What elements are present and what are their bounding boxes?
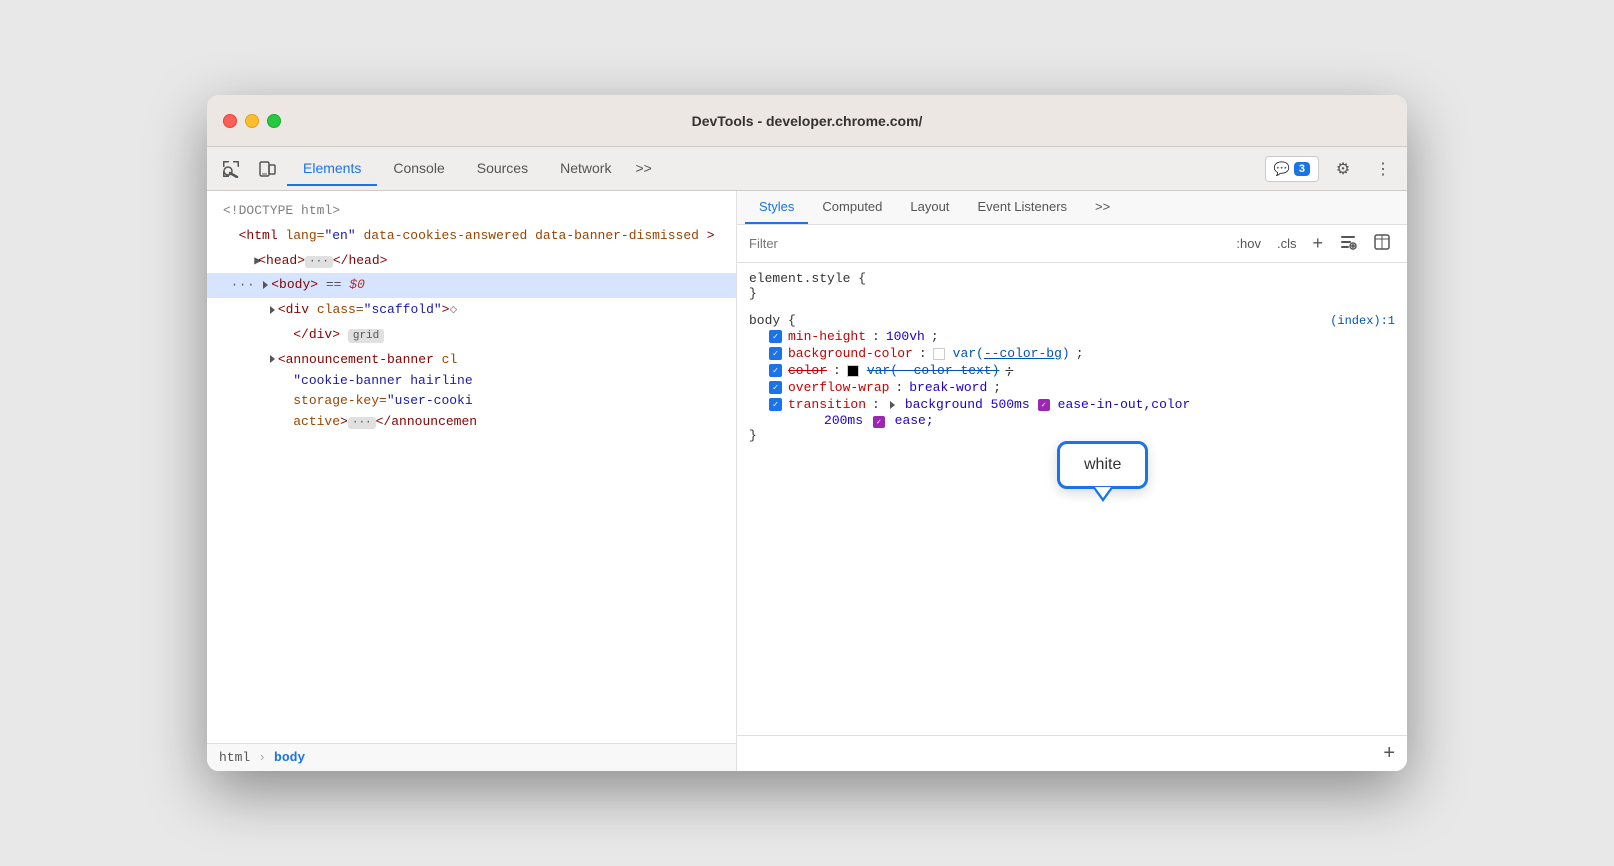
add-style-button[interactable]: + <box>1308 231 1327 256</box>
tab-layout[interactable]: Layout <box>896 191 963 224</box>
color-swatch[interactable] <box>847 365 859 377</box>
issues-icon: 💬 <box>1274 161 1290 177</box>
close-button[interactable] <box>223 114 237 128</box>
tooltip-text: white <box>1084 456 1121 473</box>
titlebar: DevTools - developer.chrome.com/ <box>207 95 1407 147</box>
top-toolbar: Elements Console Sources Network >> 💬 3 … <box>207 147 1407 191</box>
prop-colon-3: : <box>833 363 841 378</box>
main-tab-bar: Elements Console Sources Network >> <box>287 152 660 186</box>
div-scaffold-line[interactable]: <div class="scaffold">◇ <box>207 298 736 323</box>
cls-button[interactable]: .cls <box>1273 234 1301 253</box>
toolbar-right: 💬 3 ⚙ ⋮ <box>1265 153 1399 185</box>
element-picker-icon[interactable] <box>215 153 247 185</box>
prop-color-checkbox[interactable] <box>769 364 782 377</box>
prop-color: color : var(--color-text); <box>749 362 1395 379</box>
main-content: <!DOCTYPE html> <html lang="en" data-coo… <box>207 191 1407 771</box>
purple-check-2 <box>873 416 885 428</box>
device-toolbar-icon[interactable] <box>251 153 283 185</box>
element-style-block: element.style { } <box>749 271 1395 301</box>
settings-icon[interactable]: ⚙ <box>1327 153 1359 185</box>
filter-bar: :hov .cls + <box>737 225 1407 263</box>
body-selector-row: body { (index):1 <box>749 313 1395 328</box>
maximize-button[interactable] <box>267 114 281 128</box>
elements-panel: <!DOCTYPE html> <html lang="en" data-coo… <box>207 191 737 771</box>
hov-button[interactable]: :hov <box>1232 234 1265 253</box>
bg-color-swatch[interactable] <box>933 348 945 360</box>
element-style-selector: element.style { <box>749 271 1395 286</box>
body-source-link[interactable]: (index):1 <box>1330 314 1395 328</box>
div-end-line[interactable]: </div> grid <box>207 323 736 348</box>
prop-overflow-wrap-name: overflow-wrap <box>788 380 889 395</box>
body-line[interactable]: ··· <body> == $0 <box>207 273 736 298</box>
element-style-close: } <box>749 286 1395 301</box>
prop-bg-color-checkbox[interactable] <box>769 347 782 360</box>
new-style-rule-icon[interactable] <box>1335 231 1361 256</box>
more-tabs-button[interactable]: >> <box>627 152 659 186</box>
prop-min-height: min-height : 100vh; <box>749 328 1395 345</box>
body-selector: body { <box>749 313 796 328</box>
prop-colon-2: : <box>919 346 927 361</box>
add-style-rule-button[interactable]: + <box>1383 742 1395 765</box>
prop-overflow-wrap-checkbox[interactable] <box>769 381 782 394</box>
doctype-line: <!DOCTYPE html> <box>207 199 736 224</box>
menu-icon[interactable]: ⋮ <box>1367 153 1399 185</box>
styles-more-tabs[interactable]: >> <box>1081 191 1124 224</box>
prop-colon-1: : <box>872 329 880 344</box>
breadcrumb-sep: › <box>258 750 266 765</box>
filter-input[interactable] <box>749 236 1224 251</box>
minimize-button[interactable] <box>245 114 259 128</box>
prop-bg-color-name: background-color <box>788 346 913 361</box>
prop-min-height-checkbox[interactable] <box>769 330 782 343</box>
color-bg-link[interactable]: --color-bg <box>984 346 1062 361</box>
announcement-line[interactable]: <announcement-banner cl "cookie-banner h… <box>207 348 736 435</box>
prop-transition-checkbox[interactable] <box>769 398 782 411</box>
prop-min-height-value: 100vh <box>886 329 925 344</box>
styles-tabs: Styles Computed Layout Event Listeners >… <box>737 191 1407 225</box>
head-line[interactable]: ▶<head>···</head> <box>207 249 736 274</box>
tab-event-listeners[interactable]: Event Listeners <box>963 191 1081 224</box>
color-value-tooltip: white <box>1057 441 1148 489</box>
html-line[interactable]: <html lang="en" data-cookies-answered da… <box>207 224 736 249</box>
issues-badge[interactable]: 💬 3 <box>1265 156 1319 182</box>
tab-styles[interactable]: Styles <box>745 191 808 224</box>
window-title: DevTools - developer.chrome.com/ <box>692 113 923 129</box>
prop-background-color: background-color : var(--color-bg); <box>749 345 1395 362</box>
prop-transition-name: transition <box>788 397 866 412</box>
prop-transition: transition : background 500ms ease-in-ou… <box>749 396 1395 413</box>
breadcrumb-body[interactable]: body <box>274 750 305 765</box>
tab-computed[interactable]: Computed <box>808 191 896 224</box>
devtools-body: Elements Console Sources Network >> 💬 3 … <box>207 147 1407 771</box>
tab-elements[interactable]: Elements <box>287 152 377 186</box>
prop-transition-val4: ease; <box>895 413 934 428</box>
prop-colon-5: : <box>872 397 880 412</box>
tab-network[interactable]: Network <box>544 152 627 186</box>
computed-styles-icon[interactable] <box>1369 231 1395 256</box>
prop-overflow-wrap-value: break-word <box>909 380 987 395</box>
devtools-window: DevTools - developer.chrome.com/ <box>207 95 1407 771</box>
issues-count: 3 <box>1294 162 1310 176</box>
elements-content[interactable]: <!DOCTYPE html> <html lang="en" data-coo… <box>207 191 736 743</box>
prop-transition-val3: 200ms <box>824 413 863 428</box>
body-rule-block: body { (index):1 min-height : 100vh; <box>749 313 1395 443</box>
prop-transition-val1: background 500ms <box>905 397 1030 412</box>
purple-check-1 <box>1038 399 1050 411</box>
prop-min-height-name: min-height <box>788 329 866 344</box>
prop-colon-4: : <box>895 380 903 395</box>
styles-panel: Styles Computed Layout Event Listeners >… <box>737 191 1407 771</box>
prop-color-name: color <box>788 363 827 378</box>
prop-bg-color-value: var(--color-bg) <box>953 346 1070 361</box>
styles-bottom-bar: + <box>737 735 1407 771</box>
filter-actions: :hov .cls + <box>1232 231 1395 256</box>
transition-expand-icon[interactable] <box>890 401 895 409</box>
prop-transition-continuation: 200ms ease; <box>749 413 1395 428</box>
prop-color-value: var(--color-text) <box>867 363 1000 378</box>
prop-overflow-wrap: overflow-wrap : break-word; <box>749 379 1395 396</box>
styles-content[interactable]: element.style { } body { (index):1 min-h… <box>737 263 1407 735</box>
breadcrumb-bar: html › body <box>207 743 736 771</box>
prop-transition-val2: ease-in-out,color <box>1058 397 1191 412</box>
breadcrumb-html[interactable]: html <box>219 750 250 765</box>
tab-sources[interactable]: Sources <box>461 152 544 186</box>
traffic-lights <box>223 114 281 128</box>
tab-console[interactable]: Console <box>377 152 460 186</box>
